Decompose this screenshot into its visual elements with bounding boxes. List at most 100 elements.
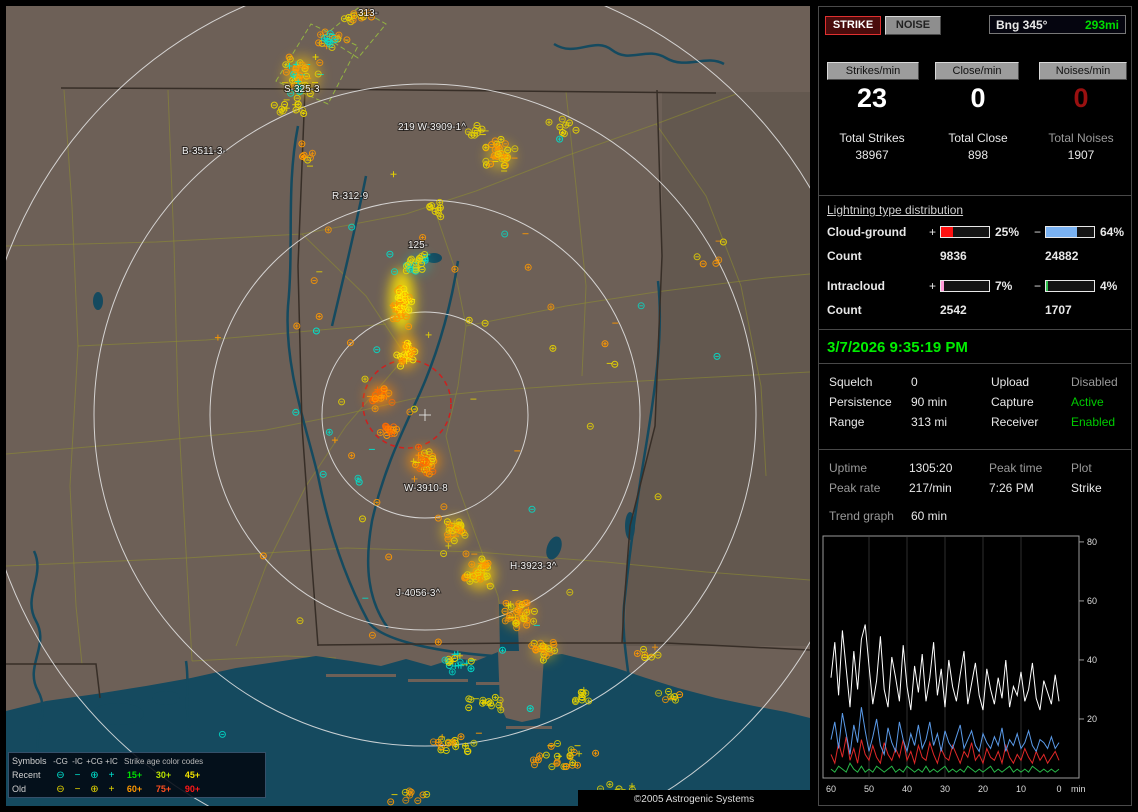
legend-col-cg-minus: -CG — [52, 755, 69, 769]
legend-old-label: Old — [12, 782, 52, 796]
upload-label: Upload — [991, 373, 1029, 391]
capture-label: Capture — [991, 393, 1034, 411]
stats-row: Peak rate 217/min 7:26 PM Strike — [819, 479, 1131, 497]
storm-label: W-3910-8 — [404, 483, 448, 494]
bearing-box: Bng 345° 293mi — [989, 15, 1126, 34]
cg-minus-old-symbol: ⊖ — [52, 783, 69, 797]
trend-graph-chart: 6050403020100min20406080 — [819, 528, 1131, 804]
divider — [819, 363, 1131, 364]
age-45: 45+ — [178, 768, 207, 782]
minus-sign: − — [1034, 225, 1041, 239]
total-close-label: Total Close — [925, 131, 1031, 145]
close-per-min-button[interactable]: Close/min — [935, 62, 1019, 80]
distribution-title: Lightning type distribution — [827, 203, 963, 217]
range-value: 313 mi — [911, 413, 947, 431]
settings-row: Range 313 mi Receiver Enabled — [819, 413, 1131, 431]
cg-plus-old-symbol: ⊕ — [86, 783, 103, 797]
settings-row: Persistence 90 min Capture Active — [819, 393, 1131, 411]
legend-age-title: Strike age color codes — [124, 755, 203, 769]
legend-recent-label: Recent — [12, 768, 52, 782]
storm-label: B-3511-3- — [182, 146, 226, 157]
storm-label: 219 W-3909-1^ — [398, 122, 466, 133]
age-30: 30+ — [149, 768, 178, 782]
trend-graph-label: Trend graph — [829, 507, 894, 525]
noises-per-min-button[interactable]: Noises/min — [1039, 62, 1127, 80]
strike-toggle-button[interactable]: STRIKE — [825, 16, 881, 35]
legend-old-row: Old⊖−⊕+60+75+90+ — [12, 782, 262, 796]
persistence-value: 90 min — [911, 393, 947, 411]
y-axis-tick-label: 80 — [1087, 537, 1097, 547]
persistence-label: Persistence — [829, 393, 892, 411]
bearing-label: Bng 345° — [996, 16, 1047, 33]
map-legend: Symbols-CG-IC+CG+ICStrike age color code… — [8, 752, 266, 798]
minus-sign: − — [1034, 279, 1041, 293]
noise-toggle-button[interactable]: NOISE — [885, 16, 941, 35]
storm-label: 313- — [358, 8, 378, 19]
age-15: 15+ — [120, 768, 149, 782]
cloud-ground-label: Cloud-ground — [827, 225, 906, 239]
divider — [819, 195, 1131, 196]
legend-col-cg-plus: +CG — [86, 755, 103, 769]
ic-minus-recent-symbol: − — [69, 769, 86, 783]
intracloud-positive-count: 2542 — [940, 303, 967, 317]
trend-window-value: 60 min — [911, 507, 947, 525]
count-label: Count — [827, 249, 862, 263]
cloud-ground-negative-pct: 64% — [1100, 225, 1124, 239]
intracloud-positive-pct: 7% — [995, 279, 1012, 293]
cloud-ground-positive-count: 9836 — [940, 249, 967, 263]
plus-sign: + — [929, 279, 936, 293]
plus-sign: + — [929, 225, 936, 239]
cloud-ground-positive-bar — [940, 226, 990, 238]
cg-minus-recent-symbol: ⊖ — [52, 769, 69, 783]
divider — [819, 449, 1131, 450]
close-per-min-value: 0 — [925, 81, 1031, 115]
x-axis-tick-label: 10 — [1016, 784, 1026, 794]
uptime-value: 1305:20 — [909, 459, 952, 477]
peak-time-label: Peak time — [989, 459, 1042, 477]
age-60: 60+ — [120, 782, 149, 796]
squelch-value: 0 — [911, 373, 918, 391]
storm-label: H-3923-3^ — [510, 561, 557, 572]
cloud-ground-negative-bar — [1045, 226, 1095, 238]
uptime-label: Uptime — [829, 459, 867, 477]
storm-label: R-312-9 — [332, 191, 369, 202]
y-axis-tick-label: 60 — [1087, 596, 1097, 606]
settings-row: Squelch 0 Upload Disabled — [819, 373, 1131, 391]
y-axis-tick-label: 20 — [1087, 714, 1097, 724]
age-75: 75+ — [149, 782, 178, 796]
bearing-range: 293mi — [1085, 16, 1119, 33]
intracloud-negative-bar — [1045, 280, 1095, 292]
plot-label: Plot — [1071, 459, 1092, 477]
squelch-label: Squelch — [829, 373, 872, 391]
total-strikes-label: Total Strikes — [819, 131, 925, 145]
intracloud-count-row: Count 2542 1707 — [819, 303, 1131, 317]
x-axis-tick-label: 0 — [1056, 784, 1061, 794]
receiver-label: Receiver — [991, 413, 1038, 431]
count-label: Count — [827, 303, 862, 317]
lightning-map[interactable]: 313- S-325-3 219 W-3909-1^ B-3511-3- R-312-9… — [6, 6, 810, 806]
peak-rate-label: Peak rate — [829, 479, 880, 497]
cloud-ground-row: Cloud-ground + 25% − 64% — [819, 225, 1131, 239]
receiver-status: Enabled — [1071, 413, 1115, 431]
copyright-text: ©2005 Astrogenic Systems — [634, 794, 754, 805]
storm-label: S-325-3 — [284, 84, 320, 95]
legend-recent-row: Recent⊖−⊕+15+30+45+ — [12, 768, 262, 782]
strikes-per-min-button[interactable]: Strikes/min — [827, 62, 919, 80]
app-window: 313- S-325-3 219 W-3909-1^ B-3511-3- R-312-9… — [0, 0, 1138, 812]
x-axis-tick-label: 30 — [940, 784, 950, 794]
total-close-value: 898 — [925, 148, 1031, 162]
ic-minus-old-symbol: − — [69, 783, 86, 797]
intracloud-negative-count: 1707 — [1045, 303, 1072, 317]
trend-graph-row: Trend graph 60 min — [819, 507, 1131, 525]
intracloud-negative-pct: 4% — [1100, 279, 1117, 293]
range-label: Range — [829, 413, 864, 431]
upload-status: Disabled — [1071, 373, 1118, 391]
map-area[interactable]: 313- S-325-3 219 W-3909-1^ B-3511-3- R-312-9… — [6, 6, 810, 806]
copyright: ©2005 Astrogenic Systems — [578, 790, 810, 806]
cloud-ground-positive-pct: 25% — [995, 225, 1019, 239]
plot-value: Strike — [1071, 479, 1102, 497]
noises-per-min-value: 0 — [1031, 81, 1131, 115]
legend-col-ic-minus: -IC — [69, 755, 86, 769]
x-axis-tick-label: 20 — [978, 784, 988, 794]
cg-plus-recent-symbol: ⊕ — [86, 769, 103, 783]
